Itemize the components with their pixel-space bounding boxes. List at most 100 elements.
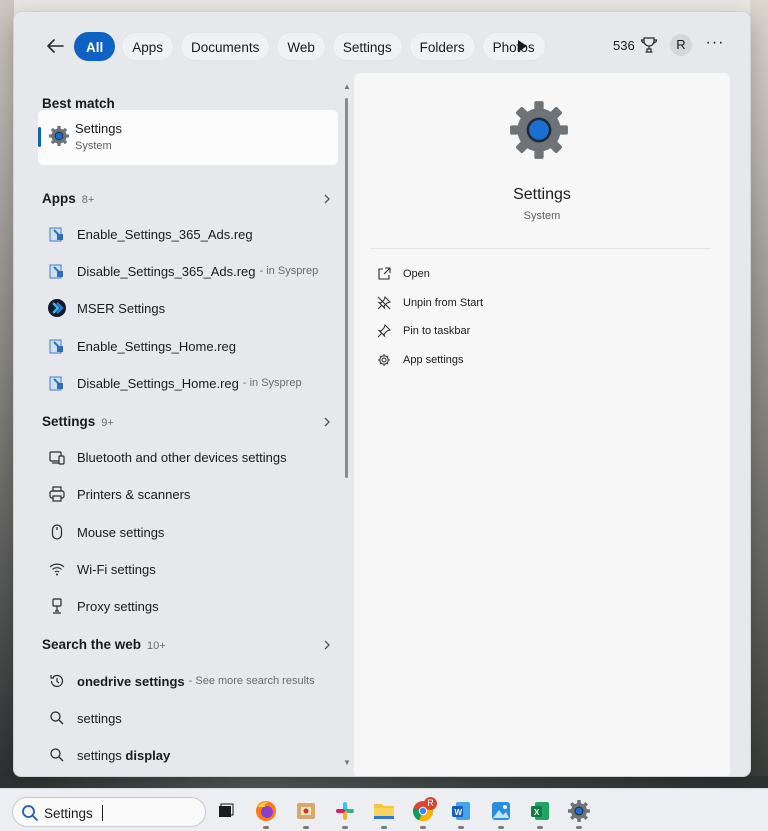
settings-section-heading[interactable]: Settings 9+ bbox=[42, 414, 114, 429]
best-match-subtitle: System bbox=[75, 140, 112, 152]
taskbar: R W X bbox=[0, 788, 768, 831]
chevron-right-icon[interactable] bbox=[321, 193, 333, 205]
folder-icon bbox=[374, 804, 394, 819]
taskbar-slack[interactable] bbox=[332, 798, 358, 824]
list-item[interactable]: Enable_Settings_365_Ads.reg bbox=[40, 219, 330, 249]
reg-file-icon bbox=[46, 372, 68, 394]
taskbar-excel[interactable]: X bbox=[527, 798, 553, 824]
query-bold: onedrive settings bbox=[77, 673, 185, 689]
word-icon: W bbox=[452, 802, 470, 820]
back-button[interactable] bbox=[44, 35, 66, 57]
list-item[interactable]: Enable_Settings_Home.reg bbox=[40, 331, 330, 361]
tab-web[interactable]: Web bbox=[276, 32, 326, 61]
history-icon bbox=[46, 670, 68, 692]
open-external-icon bbox=[376, 266, 392, 282]
arrow-left-icon bbox=[47, 39, 64, 53]
query-plain: settings bbox=[77, 747, 126, 763]
taskbar-firefox[interactable] bbox=[253, 798, 279, 824]
query-bold: display bbox=[125, 747, 171, 763]
running-indicator bbox=[342, 826, 348, 829]
list-item[interactable]: settings display bbox=[40, 740, 330, 770]
running-indicator bbox=[576, 826, 582, 829]
rewards-points[interactable]: 536 bbox=[613, 38, 635, 53]
web-section-heading[interactable]: Search the web 10+ bbox=[42, 637, 166, 652]
running-indicator bbox=[537, 826, 543, 829]
trophy-icon[interactable] bbox=[640, 36, 658, 54]
tab-folders[interactable]: Folders bbox=[408, 32, 476, 61]
apps-section-heading[interactable]: Apps 8+ bbox=[42, 191, 94, 206]
more-options-button[interactable]: ··· bbox=[704, 34, 726, 56]
tab-documents[interactable]: Documents bbox=[180, 32, 271, 61]
more-filters-button[interactable] bbox=[512, 36, 532, 56]
selection-indicator bbox=[38, 127, 41, 147]
desktop-wallpaper-left bbox=[0, 0, 14, 780]
search-icon bbox=[46, 744, 68, 766]
firefox-icon bbox=[256, 801, 276, 821]
web-heading-label: Search the web bbox=[42, 637, 142, 652]
task-view-button[interactable] bbox=[212, 798, 238, 824]
desktop-wallpaper-right bbox=[750, 0, 768, 780]
scroll-up-arrow[interactable]: ▲ bbox=[343, 82, 351, 91]
package-app-icon bbox=[297, 803, 315, 819]
running-indicator bbox=[498, 826, 504, 829]
apps-count: 8+ bbox=[81, 194, 95, 206]
list-item-label: Enable_Settings_Home.reg bbox=[77, 338, 236, 354]
list-item[interactable]: Mouse settings bbox=[40, 517, 330, 547]
list-item-label: onedrive settings bbox=[77, 674, 185, 689]
filter-bar: All Apps Documents Web Settings Folders … bbox=[14, 12, 750, 74]
running-indicator bbox=[381, 826, 387, 829]
taskbar-search-box[interactable] bbox=[12, 797, 206, 827]
list-item[interactable]: onedrive settings - See more search resu… bbox=[40, 666, 330, 696]
preview-pane: Settings System Open Unpin from Start Pi… bbox=[354, 73, 730, 776]
tab-all[interactable]: All bbox=[74, 32, 116, 61]
list-item[interactable]: Disable_Settings_365_Ads.reg - in Syspre… bbox=[40, 256, 330, 286]
avatar[interactable]: R bbox=[670, 34, 692, 56]
list-item[interactable]: Wi-Fi settings bbox=[40, 554, 330, 584]
action-label: Open bbox=[403, 268, 430, 280]
mouse-icon bbox=[46, 521, 68, 543]
list-item[interactable]: Proxy settings bbox=[40, 591, 330, 621]
scroll-down-arrow[interactable]: ▼ bbox=[343, 758, 351, 767]
list-item[interactable]: Printers & scanners bbox=[40, 479, 330, 509]
list-item-label: Printers & scanners bbox=[77, 486, 191, 502]
action-label: Unpin from Start bbox=[403, 297, 484, 309]
running-indicator bbox=[263, 826, 269, 829]
tab-apps[interactable]: Apps bbox=[121, 32, 175, 61]
action-app-settings[interactable]: App settings bbox=[376, 349, 464, 371]
action-pin-taskbar[interactable]: Pin to taskbar bbox=[376, 320, 470, 342]
best-match-title: Settings bbox=[75, 121, 122, 136]
list-item-label: settings display bbox=[77, 748, 170, 763]
scrollbar-thumb[interactable] bbox=[345, 98, 348, 478]
list-item-label: Wi-Fi settings bbox=[77, 561, 156, 577]
settings-gear-icon bbox=[510, 101, 568, 159]
list-item-label: Disable_Settings_365_Ads.reg bbox=[77, 263, 256, 279]
action-label: App settings bbox=[403, 354, 464, 366]
tab-settings[interactable]: Settings bbox=[331, 32, 403, 61]
taskbar-photos[interactable] bbox=[488, 798, 514, 824]
excel-icon: X bbox=[531, 802, 549, 820]
taskbar-word[interactable]: W bbox=[448, 798, 474, 824]
list-item-label: MSER Settings bbox=[77, 300, 166, 316]
list-item[interactable]: MSER Settings bbox=[40, 293, 330, 323]
taskbar-app-packager[interactable] bbox=[293, 798, 319, 824]
list-item[interactable]: Disable_Settings_Home.reg - in Sysprep bbox=[40, 368, 330, 398]
running-indicator bbox=[420, 826, 426, 829]
divider bbox=[371, 248, 711, 249]
action-open[interactable]: Open bbox=[376, 263, 430, 285]
chevron-right-icon[interactable] bbox=[321, 639, 333, 651]
list-item-label: Enable_Settings_365_Ads.reg bbox=[77, 226, 253, 242]
results-list: Best match Settings System Apps 8+ Enabl… bbox=[14, 74, 350, 776]
web-count: 10+ bbox=[147, 640, 166, 652]
taskbar-file-explorer[interactable] bbox=[371, 798, 397, 824]
best-match-card[interactable]: Settings System bbox=[38, 110, 338, 165]
play-icon bbox=[518, 40, 527, 52]
settings-count: 9+ bbox=[101, 417, 114, 429]
taskbar-settings[interactable] bbox=[566, 798, 592, 824]
settings-gear-icon bbox=[568, 800, 590, 822]
chevron-right-icon[interactable] bbox=[321, 416, 333, 428]
search-input[interactable] bbox=[44, 803, 194, 823]
list-item[interactable]: settings bbox=[40, 703, 330, 733]
action-unpin-start[interactable]: Unpin from Start bbox=[376, 292, 483, 314]
list-item[interactable]: Bluetooth and other devices settings bbox=[40, 442, 330, 472]
wifi-icon bbox=[46, 558, 68, 580]
